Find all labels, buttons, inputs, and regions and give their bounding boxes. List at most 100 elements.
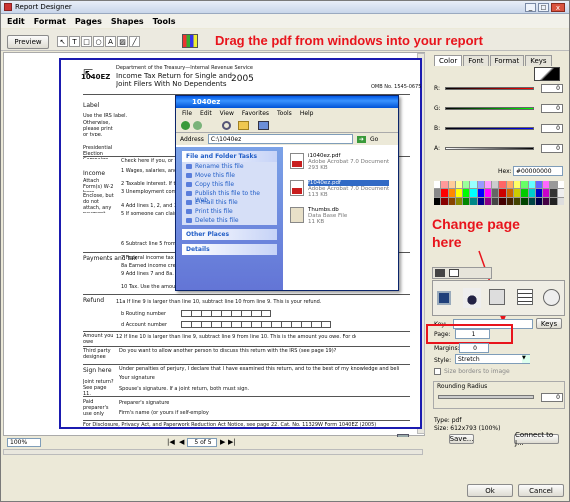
- file-item[interactable]: Thumbs.db Data Base File 11 KB: [290, 207, 347, 225]
- margins-input[interactable]: 0: [459, 343, 489, 353]
- palette-swatch[interactable]: [492, 181, 499, 189]
- palette-swatch[interactable]: [506, 181, 514, 189]
- palette-swatch[interactable]: [499, 181, 506, 189]
- explorer-menu-tools[interactable]: Tools: [277, 110, 292, 117]
- palette-swatch[interactable]: [499, 197, 506, 205]
- back-icon[interactable]: [181, 121, 190, 130]
- brush-icon[interactable]: [489, 289, 505, 305]
- explorer-menu-edit[interactable]: Edit: [200, 110, 212, 117]
- list-icon[interactable]: [517, 289, 533, 305]
- chevron-down-icon[interactable]: ▼: [522, 355, 530, 363]
- line-tool[interactable]: ╱: [129, 36, 140, 47]
- palette-swatch[interactable]: [477, 181, 484, 189]
- explorer-menu-file[interactable]: File: [182, 110, 192, 117]
- close-button[interactable]: x: [551, 3, 565, 12]
- explorer-menu-help[interactable]: Help: [300, 110, 314, 117]
- palette-swatch[interactable]: [441, 181, 448, 189]
- palette-swatch[interactable]: [484, 189, 492, 197]
- task-delete[interactable]: Delete this file: [182, 216, 277, 225]
- palette-swatch[interactable]: [448, 189, 455, 197]
- go-button[interactable]: Go: [370, 136, 378, 143]
- palette-swatch[interactable]: [557, 197, 564, 205]
- rounding-slider[interactable]: [438, 395, 534, 399]
- palette-swatch[interactable]: [470, 189, 477, 197]
- menu-format[interactable]: Format: [34, 17, 66, 26]
- image-tool[interactable]: ▨: [117, 36, 128, 47]
- palette-swatch[interactable]: [535, 189, 543, 197]
- tab-color[interactable]: Color: [434, 55, 463, 66]
- image-icon[interactable]: [437, 291, 451, 305]
- palette-swatch[interactable]: [506, 197, 514, 205]
- palette-swatch[interactable]: [535, 197, 543, 205]
- task-rename[interactable]: Rename this file: [182, 162, 277, 171]
- palette-swatch[interactable]: [455, 197, 463, 205]
- palette-swatch[interactable]: [521, 189, 528, 197]
- task-print[interactable]: Print this file: [182, 207, 277, 216]
- rounding-value[interactable]: 0: [541, 393, 563, 402]
- account-boxes[interactable]: [181, 321, 331, 328]
- tab-keys[interactable]: Keys: [525, 55, 552, 66]
- forward-icon[interactable]: [193, 121, 202, 130]
- file-item-selected[interactable]: f1040ez.pdf Adobe Acrobat 7.0 Document 113…: [290, 180, 390, 198]
- palette-swatch[interactable]: [484, 181, 492, 189]
- palette-swatch[interactable]: [550, 189, 557, 197]
- prev-page-icon[interactable]: ◀: [179, 438, 184, 446]
- task-copy[interactable]: Copy this file: [182, 180, 277, 189]
- last-page-icon[interactable]: ▶|: [228, 438, 236, 446]
- text-tool[interactable]: T: [69, 36, 80, 47]
- menu-shapes[interactable]: Shapes: [111, 17, 144, 26]
- cancel-button[interactable]: Cancel: [518, 484, 564, 497]
- preview-button[interactable]: Preview: [7, 35, 49, 49]
- task-move[interactable]: Move this file: [182, 171, 277, 180]
- explorer-menu-view[interactable]: View: [220, 110, 234, 117]
- palette-swatch[interactable]: [434, 181, 441, 189]
- hex-input[interactable]: #00000000: [513, 166, 563, 176]
- page-input[interactable]: 1: [455, 329, 490, 339]
- palette-swatch[interactable]: [514, 181, 521, 189]
- palette-swatch[interactable]: [506, 189, 514, 197]
- red-slider[interactable]: [445, 87, 534, 90]
- style-select[interactable]: Stretch: [455, 354, 530, 364]
- rectangle-tool[interactable]: □: [81, 36, 92, 47]
- blue-value[interactable]: 0: [541, 124, 563, 133]
- file-item[interactable]: i1040ez.pdf Adobe Acrobat 7.0 Document 293…: [290, 153, 389, 171]
- palette-swatch[interactable]: [550, 181, 557, 189]
- palette-icon[interactable]: [182, 34, 198, 48]
- tasks-header[interactable]: File and Folder Tasks: [182, 151, 277, 162]
- palette-swatch[interactable]: [499, 189, 506, 197]
- font-tool[interactable]: A: [105, 36, 116, 47]
- explorer-window[interactable]: 1040ez File Edit View Favorites Tools He…: [175, 95, 399, 291]
- palette-swatch[interactable]: [448, 181, 455, 189]
- zoom-select[interactable]: 100%: [7, 438, 41, 447]
- palette-swatch[interactable]: [514, 197, 521, 205]
- palette-swatch[interactable]: [470, 181, 477, 189]
- address-input[interactable]: C:\1040ez: [207, 134, 353, 144]
- search-icon[interactable]: [222, 121, 231, 130]
- color-palette[interactable]: [434, 181, 564, 205]
- palette-swatch[interactable]: [514, 189, 521, 197]
- folders-icon[interactable]: [238, 121, 249, 130]
- ok-button[interactable]: Ok: [467, 484, 513, 497]
- palette-swatch[interactable]: [470, 197, 477, 205]
- select-tool[interactable]: ↖: [57, 36, 68, 47]
- palette-swatch[interactable]: [528, 181, 535, 189]
- palette-swatch[interactable]: [492, 197, 499, 205]
- palette-swatch[interactable]: [455, 189, 463, 197]
- page-indicator[interactable]: 5 of 5: [187, 438, 217, 447]
- palette-swatch[interactable]: [441, 197, 448, 205]
- fill-icon[interactable]: [463, 288, 481, 308]
- go-arrow-icon[interactable]: ➜: [356, 135, 366, 143]
- menu-pages[interactable]: Pages: [75, 17, 102, 26]
- tab-format[interactable]: Format: [489, 55, 525, 66]
- palette-swatch[interactable]: [543, 189, 550, 197]
- palette-swatch[interactable]: [463, 189, 470, 197]
- palette-swatch[interactable]: [463, 197, 470, 205]
- task-email[interactable]: E-mail this file: [182, 198, 277, 207]
- views-icon[interactable]: [258, 121, 269, 130]
- first-page-icon[interactable]: |◀: [167, 438, 175, 446]
- palette-swatch[interactable]: [543, 181, 550, 189]
- palette-swatch[interactable]: [455, 181, 463, 189]
- alpha-value[interactable]: 0: [541, 144, 563, 153]
- menu-edit[interactable]: Edit: [7, 17, 25, 26]
- connect-button[interactable]: Connect to J...: [514, 431, 559, 447]
